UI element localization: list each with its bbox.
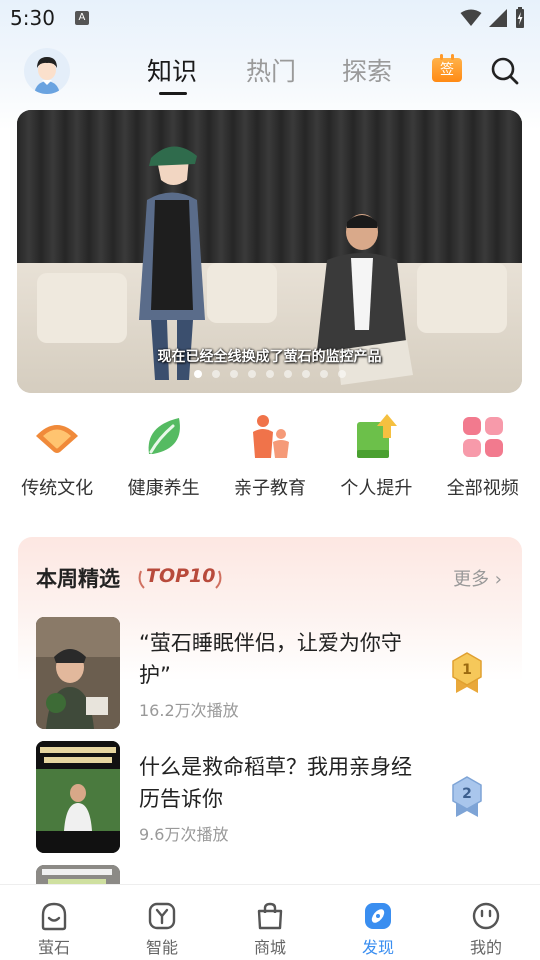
banner-dot[interactable] bbox=[301, 370, 310, 378]
more-link[interactable]: 更多 › bbox=[453, 565, 502, 591]
banner-dot[interactable] bbox=[283, 370, 292, 378]
tab-popular[interactable]: 热门 bbox=[246, 52, 296, 88]
video-thumbnail bbox=[36, 617, 120, 729]
rank-medal-icon: 2 bbox=[452, 776, 482, 817]
featured-video-banner[interactable]: 现在已经全线换成了萤石的监控产品 bbox=[17, 110, 522, 393]
banner-dot[interactable] bbox=[337, 370, 346, 378]
status-bar: 5:30 A bbox=[0, 0, 540, 36]
category-row: 传统文化 健康养生 亲子教育 个人提升 全部视频 bbox=[0, 412, 540, 508]
banner-dot[interactable] bbox=[229, 370, 238, 378]
video-thumbnail bbox=[36, 741, 120, 853]
video-title: 什么是救命稻草？我用亲身经历告诉你 bbox=[139, 755, 412, 811]
nav-mall[interactable]: 商城 bbox=[216, 885, 324, 960]
banner-caption: 现在已经全线换成了萤石的监控产品 bbox=[157, 349, 382, 365]
play-count: 9.6万次播放 bbox=[139, 825, 229, 844]
top-header: 知识 热门 探索 签 bbox=[0, 44, 540, 100]
banner-pagination bbox=[17, 370, 522, 378]
fan-icon bbox=[36, 425, 79, 453]
category-parenting[interactable]: 亲子教育 bbox=[217, 412, 323, 508]
category-label: 亲子教育 bbox=[233, 478, 306, 499]
notification-a-icon: A bbox=[74, 11, 89, 25]
nav-mine[interactable]: 我的 bbox=[432, 885, 540, 960]
search-icon[interactable] bbox=[490, 56, 520, 86]
nav-discover[interactable]: 发现 bbox=[324, 885, 432, 960]
list-item[interactable]: “萤石睡眠伴侣，让爱为你守护” 16.2万次播放 1 bbox=[36, 617, 506, 729]
active-tab-indicator bbox=[159, 92, 187, 95]
nav-label: 萤石 bbox=[37, 938, 70, 957]
nav-label: 商城 bbox=[253, 938, 286, 957]
wifi-icon bbox=[460, 9, 482, 26]
grid-icon bbox=[462, 417, 503, 457]
parent-child-icon bbox=[252, 415, 289, 458]
status-time: 5:30 bbox=[10, 6, 55, 30]
profile-face-icon bbox=[472, 902, 500, 930]
banner-dot[interactable] bbox=[319, 370, 328, 378]
nav-smart[interactable]: 智能 bbox=[108, 885, 216, 960]
nav-ezviz[interactable]: 萤石 bbox=[0, 885, 108, 960]
laurel-right-icon bbox=[215, 570, 222, 589]
rank-number: 2 bbox=[462, 786, 472, 802]
battery-icon bbox=[516, 7, 524, 28]
category-label: 健康养生 bbox=[127, 478, 200, 499]
more-label: 更多 bbox=[453, 569, 490, 590]
tab-explore[interactable]: 探索 bbox=[342, 52, 392, 88]
banner-person-woman bbox=[139, 146, 205, 380]
category-label: 全部视频 bbox=[446, 478, 519, 499]
category-label: 传统文化 bbox=[21, 478, 94, 499]
play-count: 16.2万次播放 bbox=[139, 701, 239, 720]
nav-label: 发现 bbox=[361, 938, 394, 957]
category-label: 个人提升 bbox=[340, 478, 413, 499]
shopping-bag-icon bbox=[257, 902, 283, 930]
discover-icon bbox=[365, 903, 391, 929]
leaf-icon bbox=[148, 418, 180, 454]
top10-badge: TOP10 bbox=[146, 565, 216, 587]
nav-label: 我的 bbox=[469, 938, 502, 957]
category-health[interactable]: 健康养生 bbox=[111, 412, 217, 508]
book-up-icon bbox=[357, 414, 398, 458]
avatar-image bbox=[24, 48, 70, 94]
list-item[interactable]: 什么是救命稻草？我用亲身经历告诉你 9.6万次播放 2 bbox=[36, 741, 506, 853]
rank-number: 1 bbox=[462, 662, 472, 678]
banner-dot[interactable] bbox=[193, 370, 202, 378]
sign-in-calendar-icon[interactable]: 签 bbox=[432, 54, 462, 82]
category-all-videos[interactable]: 全部视频 bbox=[430, 412, 536, 508]
banner-dot[interactable] bbox=[247, 370, 256, 378]
avatar[interactable] bbox=[24, 48, 70, 94]
home-face-icon bbox=[41, 902, 67, 931]
laurel-left-icon bbox=[138, 570, 145, 589]
smart-y-icon bbox=[148, 902, 176, 930]
weekly-top10-card: 本周精选 TOP10 更多 › “萤石睡眠伴侣，让爱为你守护” 16.2万次播放… bbox=[18, 537, 522, 897]
banner-dot[interactable] bbox=[265, 370, 274, 378]
tab-knowledge[interactable]: 知识 bbox=[147, 52, 197, 88]
video-title: “萤石睡眠伴侣，让爱为你守护” bbox=[139, 631, 402, 687]
weekly-title: 本周精选 bbox=[36, 567, 120, 591]
category-traditional-culture[interactable]: 传统文化 bbox=[4, 412, 110, 508]
rank-medal-icon: 1 bbox=[452, 652, 482, 693]
signal-icon bbox=[489, 9, 507, 27]
category-self-improvement[interactable]: 个人提升 bbox=[323, 412, 429, 508]
bottom-navigation: 萤石 智能 商城 发现 我的 bbox=[0, 884, 540, 960]
banner-dot[interactable] bbox=[211, 370, 220, 378]
nav-label: 智能 bbox=[145, 938, 178, 957]
